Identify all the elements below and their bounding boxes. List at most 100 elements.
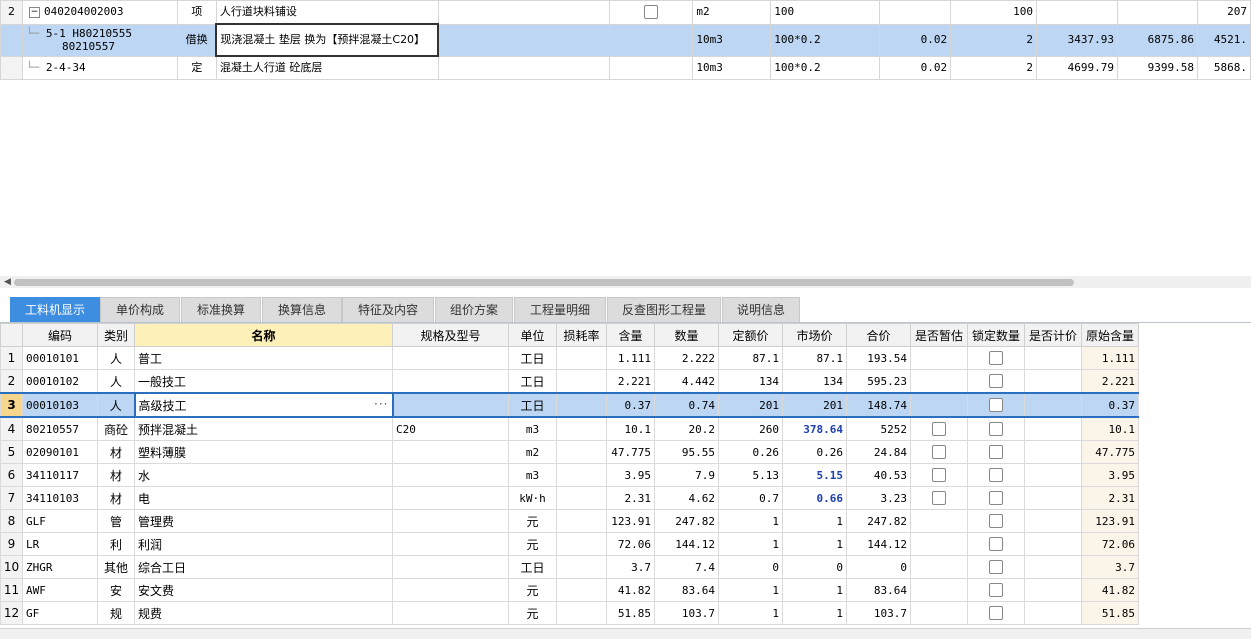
cell-spec[interactable]: [392, 578, 509, 602]
cell-type[interactable]: 材: [97, 486, 135, 510]
quota-row[interactable]: └─ 2-4-34 定 混凝土人行道 砼底层 10m3 100*0.2 0.02…: [0, 55, 1251, 80]
cell-quantity[interactable]: 83.64: [654, 578, 719, 602]
cell-market-price[interactable]: 1: [782, 601, 847, 625]
estimate-checkbox[interactable]: [932, 468, 946, 483]
estimate-checkbox[interactable]: [932, 491, 946, 506]
cell-is-priced[interactable]: [1024, 486, 1082, 510]
cell-spec[interactable]: [392, 532, 509, 556]
cell-quantity[interactable]: 7.9: [654, 463, 719, 487]
col-total-price[interactable]: 合价: [846, 323, 911, 347]
col-type[interactable]: 类别: [97, 323, 135, 347]
cell-code[interactable]: 34110117: [22, 463, 98, 487]
col-quota-price[interactable]: 定额价: [718, 323, 783, 347]
cell-content[interactable]: 3.7: [606, 555, 655, 579]
cell-unit[interactable]: 工日: [508, 369, 557, 394]
col-loss-rate[interactable]: 损耗率: [556, 323, 607, 347]
cell-spec[interactable]: [392, 601, 509, 625]
scrollbar-thumb[interactable]: [14, 279, 1074, 286]
cell-loss-rate[interactable]: [556, 392, 607, 418]
cell-spec[interactable]: [392, 463, 509, 487]
cell-name[interactable]: 电: [134, 486, 393, 510]
cell-loss-rate[interactable]: [556, 532, 607, 556]
lock-quantity-checkbox[interactable]: [989, 514, 1003, 529]
cell-content[interactable]: 51.85: [606, 601, 655, 625]
cell-is-priced[interactable]: [1024, 555, 1082, 579]
cell-name[interactable]: 安文费: [134, 578, 393, 602]
tab-labor-material-machine[interactable]: 工料机显示: [10, 297, 100, 322]
cell-quota-price[interactable]: 260: [718, 416, 783, 441]
cell-content[interactable]: 41.82: [606, 578, 655, 602]
table-row[interactable]: 3 00010103 人高级技工 ··· 工日 0.37 0.74 201 201 148.74 0…: [0, 392, 1139, 418]
cell-loss-rate[interactable]: [556, 369, 607, 394]
cell-type[interactable]: 规: [97, 601, 135, 625]
cell-type[interactable]: 人: [97, 369, 135, 394]
cell-market-price[interactable]: 201: [782, 392, 847, 418]
cell-is-priced[interactable]: [1024, 601, 1082, 625]
cell-unit[interactable]: 工日: [508, 555, 557, 579]
cell-code[interactable]: GLF: [22, 509, 98, 533]
cell-market-price[interactable]: 87.1: [782, 346, 847, 370]
cell-quota-price[interactable]: 1: [718, 532, 783, 556]
cell-type[interactable]: 商砼: [97, 416, 135, 441]
cell-content[interactable]: 1.111: [606, 346, 655, 370]
col-content[interactable]: 含量: [606, 323, 655, 347]
cell-loss-rate[interactable]: [556, 509, 607, 533]
table-row[interactable]: 5 02090101 材塑料薄膜 m2 47.775 95.55 0.26 0.26 24.84…: [0, 440, 1139, 464]
cell-name[interactable]: 管理费: [134, 509, 393, 533]
cell-unit[interactable]: m3: [508, 463, 557, 487]
cell-quota-price[interactable]: 1: [718, 509, 783, 533]
cell-spec[interactable]: [392, 555, 509, 579]
lock-quantity-checkbox[interactable]: [989, 583, 1003, 598]
quota-name-editor[interactable]: 现浇混凝土 垫层 换为【预拌混凝土C20】: [215, 23, 440, 57]
cell-spec[interactable]: [392, 440, 509, 464]
cell-unit[interactable]: 工日: [508, 346, 557, 370]
cell-code[interactable]: 02090101: [22, 440, 98, 464]
cell-unit[interactable]: 元: [508, 509, 557, 533]
estimate-checkbox[interactable]: [932, 422, 946, 437]
cell-loss-rate[interactable]: [556, 578, 607, 602]
cell-quota-price[interactable]: 0: [718, 555, 783, 579]
ellipsis-icon[interactable]: ···: [374, 397, 388, 411]
col-original-content[interactable]: 原始含量: [1081, 323, 1139, 347]
cell-type[interactable]: 管: [97, 509, 135, 533]
table-row[interactable]: 1 00010101 人普工 工日 1.111 2.222 87.1 87.1 193.54 1.…: [0, 346, 1139, 370]
tab-description[interactable]: 说明信息: [722, 297, 800, 322]
table-row[interactable]: 9 LR 利利润元 72.06 144.12 1 1 144.12 72.06: [0, 532, 1139, 556]
cell-type[interactable]: 利: [97, 532, 135, 556]
cell-code[interactable]: 00010103: [22, 392, 98, 418]
cell-name[interactable]: 塑料薄膜: [134, 440, 393, 464]
cell-loss-rate[interactable]: [556, 486, 607, 510]
lock-quantity-checkbox[interactable]: [989, 468, 1003, 483]
cell-code[interactable]: 00010102: [22, 369, 98, 394]
cell-quantity[interactable]: 4.442: [654, 369, 719, 394]
cell-content[interactable]: 3.95: [606, 463, 655, 487]
table-row[interactable]: 12 GF 规规费元 51.85 103.7 1 1 103.7 51.85: [0, 601, 1139, 625]
cell-is-priced[interactable]: [1024, 369, 1082, 394]
cell-quota-price[interactable]: 0.26: [718, 440, 783, 464]
tab-features-content[interactable]: 特征及内容: [342, 297, 434, 322]
cell-market-price[interactable]: 1: [782, 532, 847, 556]
cell-quantity[interactable]: 95.55: [654, 440, 719, 464]
cell-unit[interactable]: kW·h: [508, 486, 557, 510]
cell-quota-price[interactable]: 5.13: [718, 463, 783, 487]
cell-name[interactable]: 规费: [134, 601, 393, 625]
col-code[interactable]: 编码: [22, 323, 98, 347]
cell-quantity[interactable]: 7.4: [654, 555, 719, 579]
cell-name[interactable]: 利润: [134, 532, 393, 556]
cell-quota-price[interactable]: 1: [718, 578, 783, 602]
col-market-price[interactable]: 市场价: [782, 323, 847, 347]
cell-spec[interactable]: C20: [392, 416, 509, 441]
tab-standard-conversion[interactable]: 标准换算: [181, 297, 261, 322]
cell-spec[interactable]: [392, 392, 509, 418]
cell-content[interactable]: 10.1: [606, 416, 655, 441]
cell-loss-rate[interactable]: [556, 463, 607, 487]
cell-quantity[interactable]: 103.7: [654, 601, 719, 625]
cell-name[interactable]: 高级技工 ···: [133, 392, 394, 418]
cell-code[interactable]: 80210557: [22, 416, 98, 441]
table-row[interactable]: 8 GLF 管管理费元 123.91 247.82 1 1 247.82 123.91: [0, 509, 1139, 533]
cell-name[interactable]: 一般技工: [134, 369, 393, 394]
cell-is-priced[interactable]: [1024, 346, 1082, 370]
cell-code[interactable]: AWF: [22, 578, 98, 602]
cell-unit[interactable]: m2: [508, 440, 557, 464]
cell-market-price[interactable]: 134: [782, 369, 847, 394]
